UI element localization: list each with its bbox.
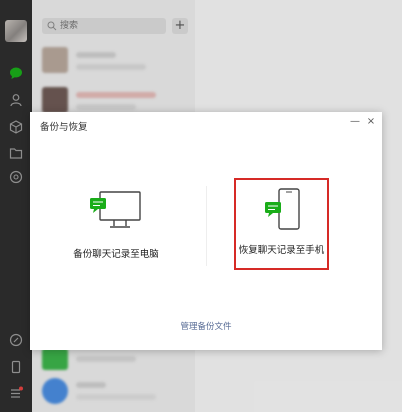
backup-to-pc-option[interactable]: 备份聊天记录至电脑 (46, 172, 186, 282)
backup-to-pc-label: 备份聊天记录至电脑 (73, 249, 159, 260)
divider (206, 186, 207, 266)
computer-icon (90, 191, 141, 228)
backup-restore-dialog: 备份与恢复 — × 备份聊天记录至电脑 恢复聊天记录至手机 管理备份文件 (30, 112, 382, 350)
restore-to-phone-label: 恢复聊天记录至手机 (238, 245, 325, 256)
phone-icon (264, 188, 300, 230)
manage-backup-files-link[interactable]: 管理备份文件 (30, 320, 382, 332)
restore-to-phone-option[interactable]: 恢复聊天记录至手机 (234, 178, 329, 270)
minimize-button[interactable]: — (348, 115, 362, 129)
dialog-title: 备份与恢复 (40, 122, 88, 133)
close-button[interactable]: × (364, 115, 378, 129)
